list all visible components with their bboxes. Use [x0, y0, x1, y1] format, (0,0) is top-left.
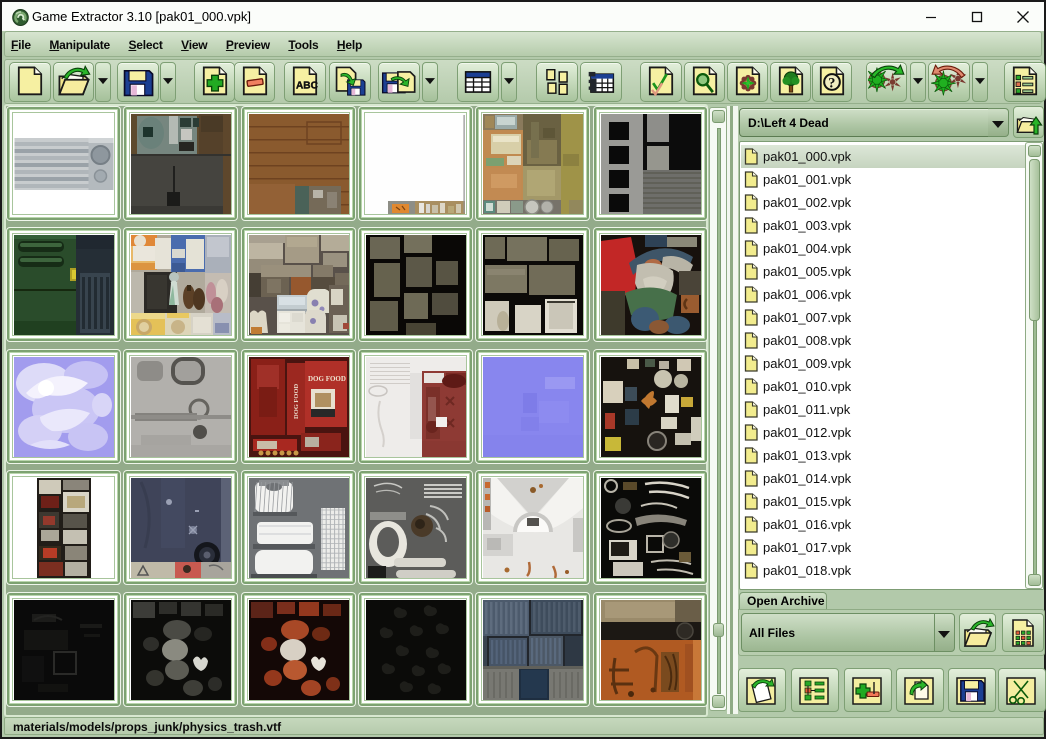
svg-text:?: ? — [828, 76, 835, 92]
svg-text:DOG FOOD: DOG FOOD — [293, 383, 300, 419]
svg-text:ABC: ABC — [296, 81, 318, 92]
svg-text:DOG FOOD: DOG FOOD — [308, 375, 346, 383]
